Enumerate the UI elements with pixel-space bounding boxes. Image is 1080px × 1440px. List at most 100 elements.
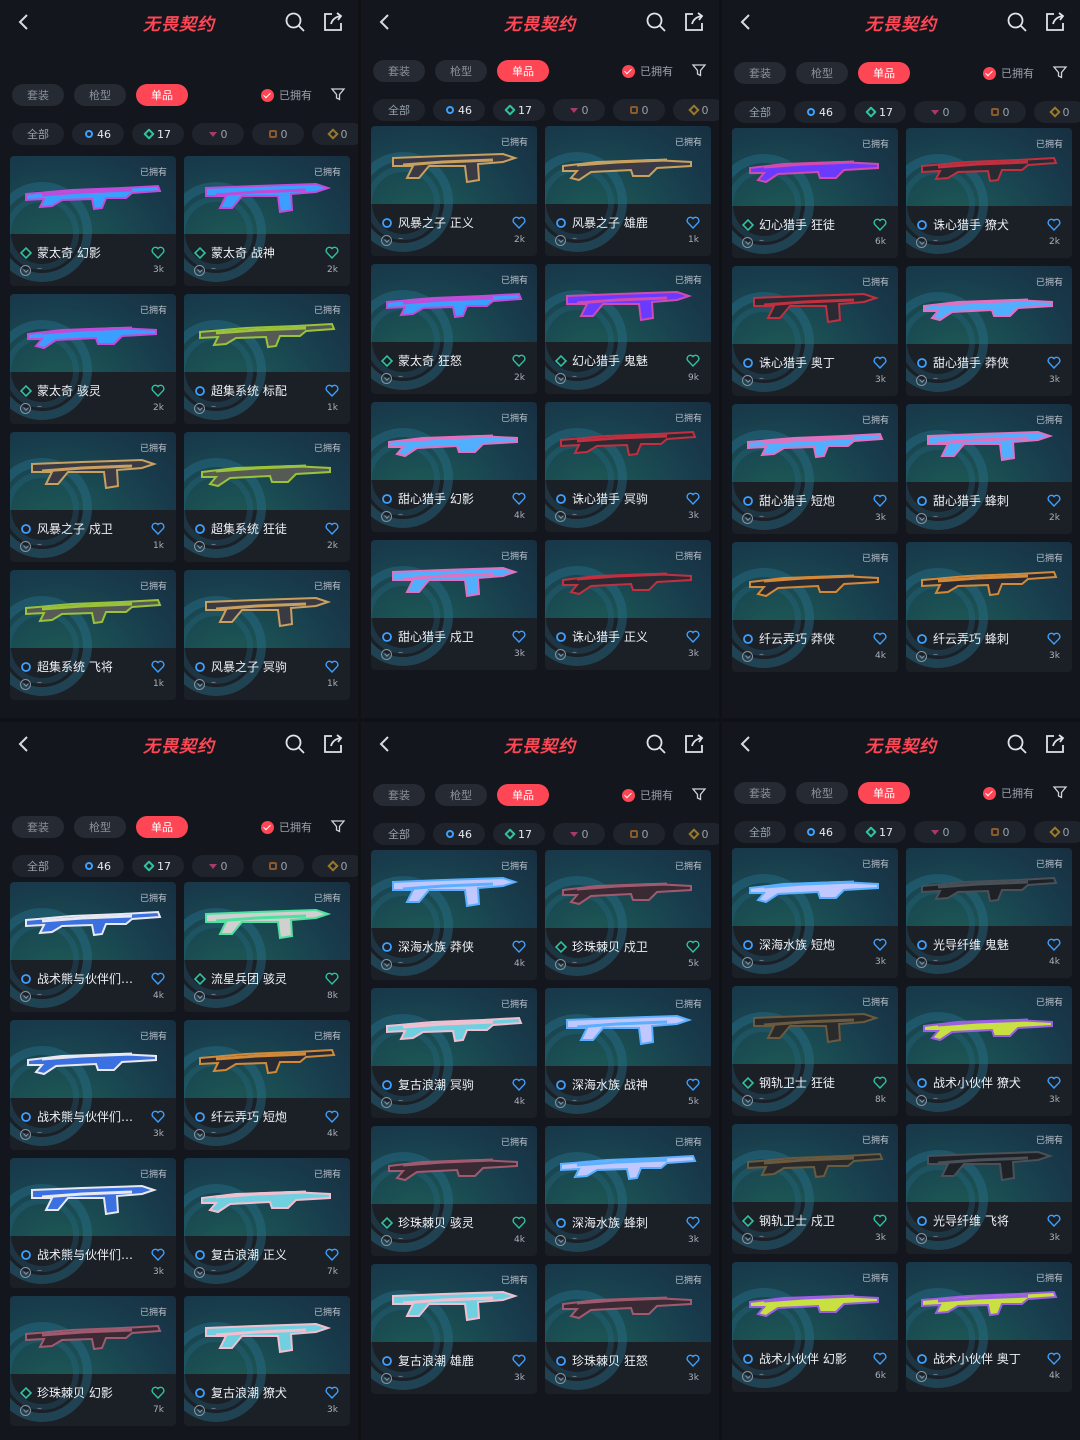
equip-chevron-icon[interactable] [20, 403, 31, 414]
rarity-chip-all[interactable]: 全部 [12, 123, 64, 145]
heart-icon[interactable] [325, 1386, 339, 1399]
equip-chevron-icon[interactable] [194, 679, 205, 690]
search-icon[interactable] [645, 11, 667, 33]
tab-gun-type[interactable]: 枪型 [74, 84, 126, 106]
skin-card[interactable]: 已拥有 深海水族 莽侠 – 4k [371, 850, 537, 980]
equip-chevron-icon[interactable] [555, 1097, 566, 1108]
heart-icon[interactable] [512, 216, 526, 229]
filter-icon[interactable] [1052, 64, 1068, 80]
skin-card[interactable]: 已拥有 战术小伙伴 獠犬 – 3k [906, 986, 1072, 1116]
heart-icon[interactable] [512, 940, 526, 953]
rarity-chip-all[interactable]: 全部 [734, 821, 786, 843]
heart-icon[interactable] [686, 492, 700, 505]
equip-chevron-icon[interactable] [381, 373, 392, 384]
equip-chevron-icon[interactable] [381, 511, 392, 522]
skin-card[interactable]: 已拥有 珍珠棘贝 戍卫 – 5k [545, 850, 711, 980]
heart-icon[interactable] [325, 1110, 339, 1123]
skin-card[interactable]: 已拥有 诛心猎手 正义 – 3k [545, 540, 711, 670]
equip-chevron-icon[interactable] [742, 651, 753, 662]
skin-card[interactable]: 已拥有 钢轨卫士 戍卫 – 3k [732, 1124, 898, 1254]
equip-chevron-icon[interactable] [20, 265, 31, 276]
rarity-chip-g[interactable]: 17 [132, 123, 184, 145]
heart-icon[interactable] [1047, 356, 1061, 369]
skin-card[interactable]: 已拥有 超集系统 狂徒 – 2k [184, 432, 350, 562]
heart-icon[interactable] [325, 384, 339, 397]
skin-card[interactable]: 已拥有 超集系统 飞将 – 1k [10, 570, 176, 700]
heart-icon[interactable] [151, 246, 165, 259]
rarity-chip-all[interactable]: 全部 [12, 855, 64, 877]
equip-chevron-icon[interactable] [555, 373, 566, 384]
heart-icon[interactable] [151, 972, 165, 985]
heart-icon[interactable] [686, 1216, 700, 1229]
heart-icon[interactable] [686, 1354, 700, 1367]
heart-icon[interactable] [325, 972, 339, 985]
equip-chevron-icon[interactable] [20, 679, 31, 690]
rarity-chip-g[interactable]: 17 [493, 823, 545, 845]
rarity-chip-b[interactable]: 46 [794, 101, 846, 123]
search-icon[interactable] [1006, 11, 1028, 33]
heart-icon[interactable] [686, 216, 700, 229]
heart-icon[interactable] [151, 1386, 165, 1399]
tab-gun-type[interactable]: 枪型 [796, 62, 848, 84]
share-icon[interactable] [1044, 11, 1066, 33]
skin-card[interactable]: 已拥有 珍珠棘贝 幻影 – 7k [10, 1296, 176, 1426]
heart-icon[interactable] [512, 492, 526, 505]
rarity-chip-all[interactable]: 全部 [734, 101, 786, 123]
equip-chevron-icon[interactable] [194, 541, 205, 552]
tab-set[interactable]: 套装 [734, 62, 786, 84]
skin-card[interactable]: 已拥有 复古浪潮 正义 – 7k [184, 1158, 350, 1288]
search-icon[interactable] [284, 11, 306, 33]
heart-icon[interactable] [873, 494, 887, 507]
search-icon[interactable] [645, 733, 667, 755]
skin-card[interactable]: 已拥有 战术小伙伴 幻影 – 6k [732, 1262, 898, 1392]
tab-single[interactable]: 单品 [497, 784, 549, 806]
equip-chevron-icon[interactable] [381, 1373, 392, 1384]
rarity-chip-y[interactable]: 0 [673, 99, 719, 121]
rarity-chip-b[interactable]: 46 [794, 821, 846, 843]
tab-single[interactable]: 单品 [136, 816, 188, 838]
heart-icon[interactable] [151, 1248, 165, 1261]
skin-card[interactable]: 已拥有 深海水族 短炮 – 3k [732, 848, 898, 978]
equip-chevron-icon[interactable] [194, 1405, 205, 1416]
rarity-chip-y[interactable]: 0 [312, 855, 358, 877]
equip-chevron-icon[interactable] [555, 649, 566, 660]
skin-card[interactable]: 已拥有 幻心猎手 鬼魅 – 9k [545, 264, 711, 394]
equip-chevron-icon[interactable] [381, 1097, 392, 1108]
equip-chevron-icon[interactable] [194, 265, 205, 276]
share-icon[interactable] [322, 11, 344, 33]
skin-card[interactable]: 已拥有 纤云弄巧 短炮 – 4k [184, 1020, 350, 1150]
equip-chevron-icon[interactable] [916, 1371, 927, 1382]
equip-chevron-icon[interactable] [381, 235, 392, 246]
skin-card[interactable]: 已拥有 光导纤维 飞将 – 3k [906, 1124, 1072, 1254]
rarity-chip-g[interactable]: 17 [132, 855, 184, 877]
tab-single[interactable]: 单品 [497, 60, 549, 82]
heart-icon[interactable] [873, 1076, 887, 1089]
heart-icon[interactable] [512, 1078, 526, 1091]
owned-filter-toggle[interactable]: 已拥有 [261, 819, 312, 835]
equip-chevron-icon[interactable] [194, 403, 205, 414]
skin-card[interactable]: 已拥有 风暴之子 雄鹿 – 1k [545, 126, 711, 256]
tab-single[interactable]: 单品 [858, 62, 910, 84]
heart-icon[interactable] [325, 522, 339, 535]
share-icon[interactable] [683, 11, 705, 33]
heart-icon[interactable] [325, 1248, 339, 1261]
skin-card[interactable]: 已拥有 甜心猎手 幻影 – 4k [371, 402, 537, 532]
skin-card[interactable]: 已拥有 战术熊与伙伴们… – 3k [10, 1158, 176, 1288]
skin-card[interactable]: 已拥有 复古浪潮 冥驹 – 4k [371, 988, 537, 1118]
tab-set[interactable]: 套装 [12, 84, 64, 106]
heart-icon[interactable] [512, 630, 526, 643]
skin-card[interactable]: 已拥有 甜心猎手 蜂刺 – 2k [906, 404, 1072, 534]
skin-card[interactable]: 已拥有 复古浪潮 獠犬 – 3k [184, 1296, 350, 1426]
heart-icon[interactable] [1047, 494, 1061, 507]
heart-icon[interactable] [1047, 1214, 1061, 1227]
rarity-chip-y[interactable]: 0 [673, 823, 719, 845]
search-icon[interactable] [284, 733, 306, 755]
rarity-chip-g[interactable]: 17 [493, 99, 545, 121]
tab-gun-type[interactable]: 枪型 [435, 60, 487, 82]
filter-icon[interactable] [330, 818, 346, 834]
filter-icon[interactable] [691, 786, 707, 802]
equip-chevron-icon[interactable] [381, 1235, 392, 1246]
skin-card[interactable]: 已拥有 诛心猎手 獠犬 – 2k [906, 128, 1072, 258]
owned-filter-toggle[interactable]: 已拥有 [622, 63, 673, 79]
equip-chevron-icon[interactable] [742, 957, 753, 968]
